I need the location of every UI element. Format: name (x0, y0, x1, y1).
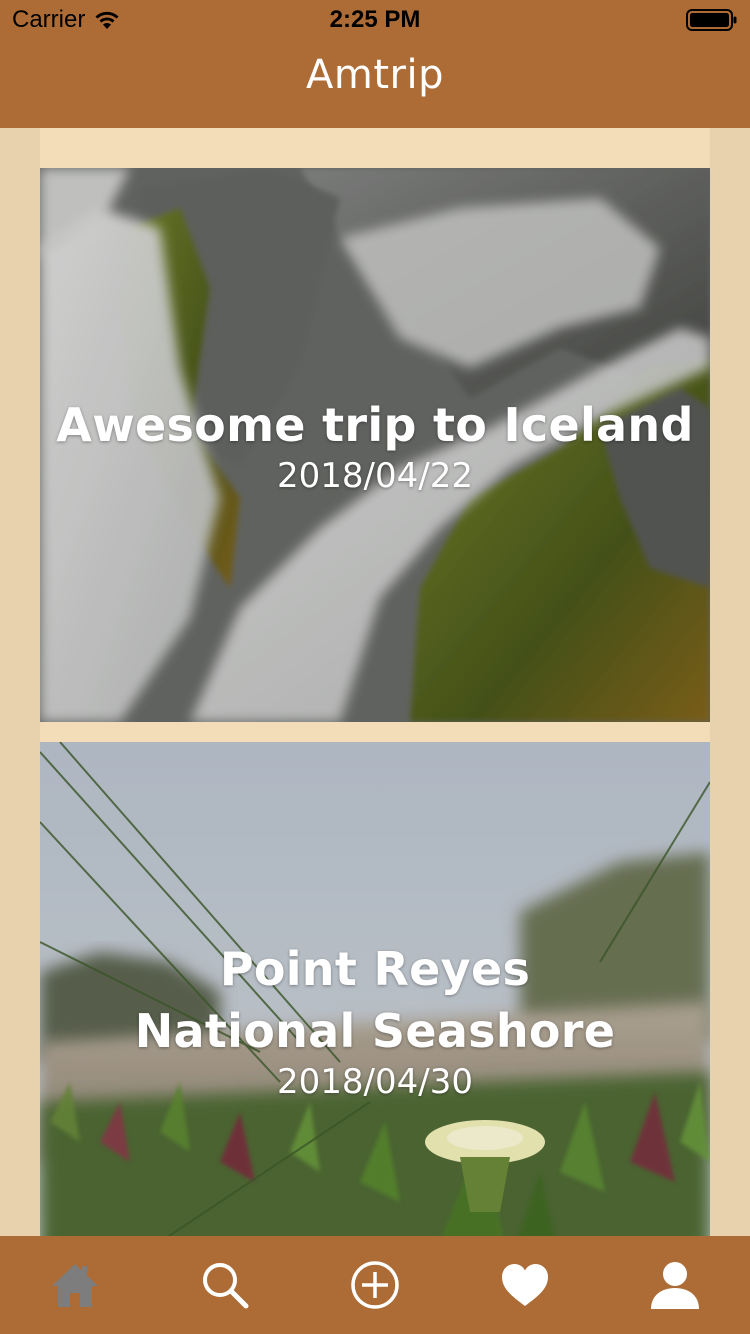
page-title: Amtrip (306, 52, 444, 98)
trip-feed[interactable]: Awesome trip to Iceland 2018/04/22 Point… (0, 128, 750, 1236)
trip-date: 2018/04/30 (277, 1062, 473, 1102)
tab-favorites[interactable] (475, 1236, 575, 1334)
status-bar: Carrier 2:25 PM (0, 0, 750, 40)
heart-icon (502, 1264, 548, 1306)
tab-profile[interactable] (625, 1236, 725, 1334)
search-icon (203, 1263, 249, 1309)
trip-title: Point Reyes National Seashore (134, 942, 616, 1058)
home-icon (52, 1264, 98, 1307)
battery-icon (686, 9, 737, 31)
tab-bar (0, 1236, 750, 1334)
tab-home[interactable] (25, 1236, 125, 1334)
trip-card-caption: Awesome trip to Iceland 2018/04/22 (40, 394, 710, 498)
user-icon (651, 1262, 699, 1309)
tab-add[interactable] (325, 1236, 425, 1334)
app-header: Carrier 2:25 PM Amtrip (0, 0, 750, 128)
status-time: 2:25 PM (329, 6, 421, 33)
tab-search[interactable] (175, 1236, 275, 1334)
trip-card-caption: Point Reyes National Seashore 2018/04/30 (40, 938, 710, 1104)
trip-title: Awesome trip to Iceland (56, 398, 694, 452)
trip-card[interactable]: Point Reyes National Seashore 2018/04/30 (40, 742, 710, 1236)
trip-card[interactable]: Awesome trip to Iceland 2018/04/22 (40, 168, 710, 722)
trip-date: 2018/04/22 (277, 456, 473, 496)
add-circle-icon (351, 1261, 399, 1309)
